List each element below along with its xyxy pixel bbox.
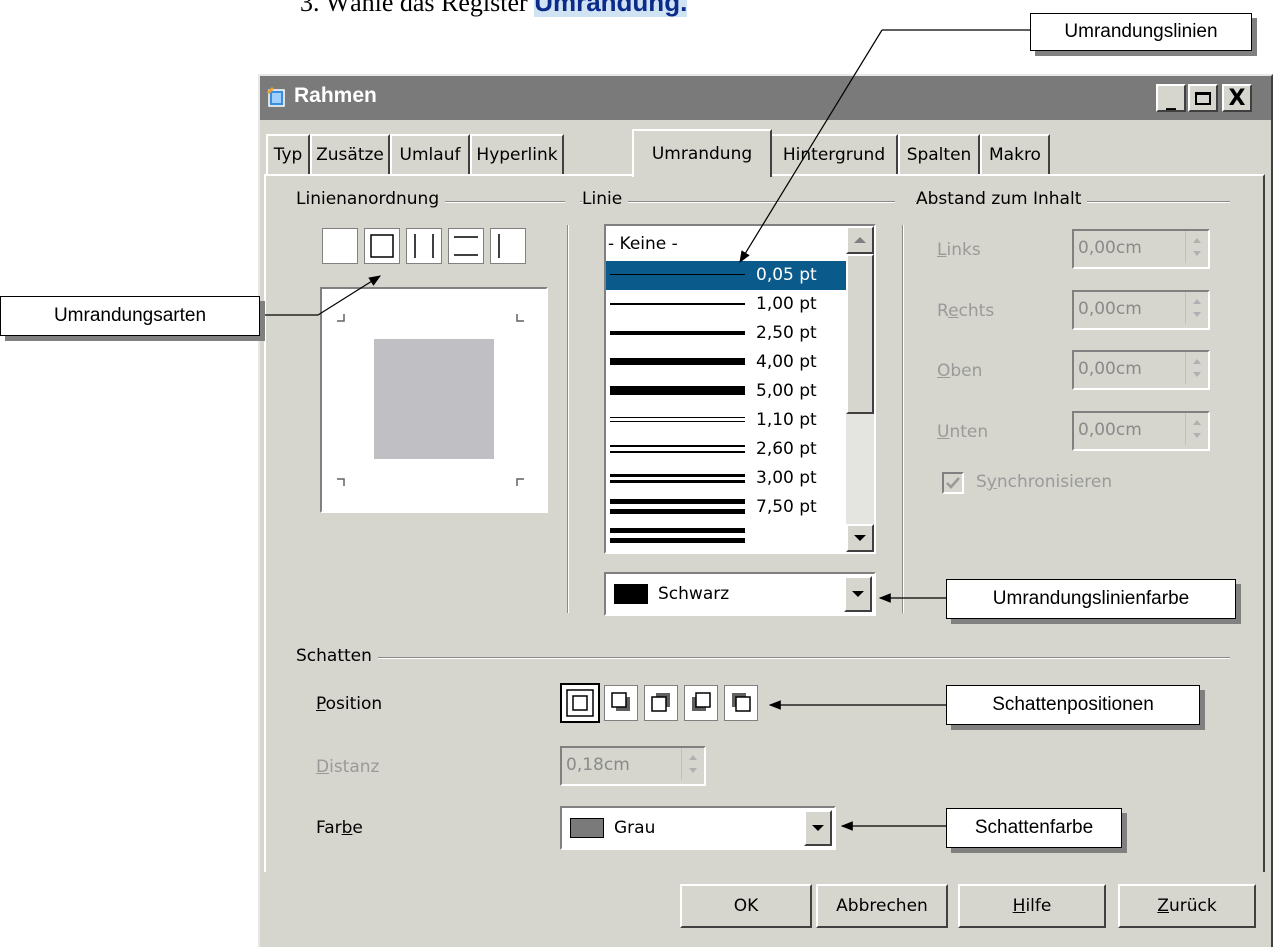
callout-umrandungslinien: Umrandungslinien: [1030, 13, 1252, 51]
callout-umrandungslinienfarbe: Umrandungslinienfarbe: [946, 579, 1236, 619]
callout-umrandungsarten: Umrandungsarten: [0, 296, 260, 336]
callout-schattenfarbe: Schattenfarbe: [946, 808, 1122, 848]
callout-schattenpositionen: Schattenpositionen: [946, 685, 1200, 725]
tab-umrandung[interactable]: Umrandung: [632, 129, 772, 177]
